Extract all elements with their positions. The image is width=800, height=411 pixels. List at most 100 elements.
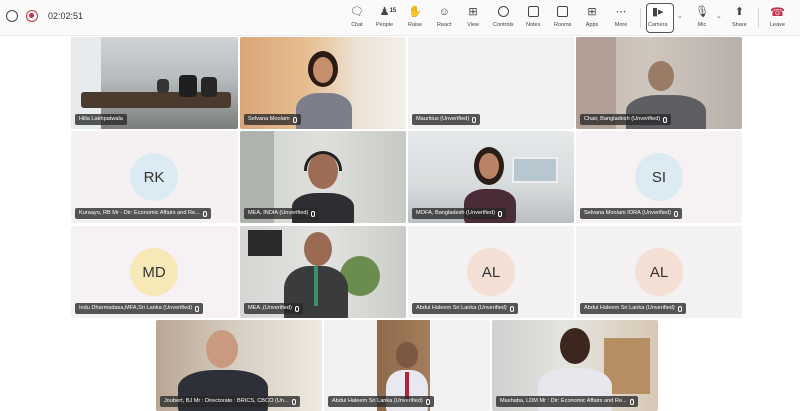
participant-face [560, 328, 590, 364]
participant-face [206, 330, 238, 368]
mic-label: Mic [697, 22, 707, 28]
microphone-icon [291, 398, 296, 405]
microphone-icon [674, 210, 679, 217]
rooms-icon [556, 5, 570, 19]
people-icon: ♟ 15 [379, 6, 397, 18]
camera-label: Camera [648, 22, 668, 28]
share-button[interactable]: ⬆ Share [732, 5, 747, 33]
raise-hand-button[interactable]: ✋ Raise [408, 5, 422, 33]
participant-tile[interactable]: Hilla Lakhpatwala [71, 37, 238, 129]
leave-button[interactable]: ☎ Leave [770, 5, 785, 33]
microphone-icon [509, 305, 514, 312]
meeting-timer: 02:02:51 [48, 11, 84, 21]
participant-name-tag: Selvana Moolam IORA (Unverified) [580, 208, 683, 219]
controls-label: Controls [493, 22, 514, 28]
hang-up-icon: ☎ [770, 5, 785, 19]
microphone-icon [629, 398, 634, 405]
toolbar-left: 02:02:51 [6, 10, 83, 22]
toolbar-divider [758, 8, 759, 28]
hand-icon: ✋ [408, 6, 422, 18]
microphone-icon [195, 305, 200, 312]
notes-label: Notes [526, 22, 541, 28]
participant-face [479, 153, 499, 179]
participant-avatar: MD [130, 248, 178, 296]
microphone-icon [202, 210, 207, 217]
camera-icon: ▮▸ [651, 6, 664, 18]
chair [201, 77, 217, 97]
microphone-icon [294, 305, 299, 312]
notes-button[interactable]: Notes [526, 5, 540, 33]
apps-button[interactable]: ⊞ Apps [585, 5, 599, 33]
participant-name-tag: Abdul Haleem Sri Lanka (Unverified) [412, 303, 518, 314]
microphone-icon [663, 116, 668, 123]
participant-tile[interactable]: AL Abdul Haleem Sri Lanka (Unverified) [576, 226, 742, 318]
view-label: View [467, 22, 479, 28]
participant-tile[interactable]: MOFA, Bangladesh (Unverified) [408, 131, 574, 223]
participant-tile[interactable]: Selvana Moolam [240, 37, 406, 129]
participant-name-tag: Chair, Bangladesh (Unverified) [580, 114, 672, 125]
rooms-label: Rooms [554, 22, 572, 28]
participant-tile[interactable]: Mashaba, LDM Mr : Dir: Economic Affairs … [492, 320, 658, 411]
people-button[interactable]: ♟ 15 People [376, 5, 397, 33]
participant-name-tag: Mauritius (Unverified) [412, 114, 481, 125]
participant-name-tag: Joubert, BJ Mr : Directorate : BRICS, CB… [160, 396, 300, 407]
microphone-icon [425, 398, 430, 405]
microphone-icon [677, 305, 682, 312]
participant-tile[interactable]: Abdul Haleem Sri Lanka (Unverified) [324, 320, 490, 411]
react-label: React [437, 22, 452, 28]
headset-icon [304, 151, 342, 171]
more-label: More [614, 22, 628, 28]
more-icon: ⋯ [615, 6, 627, 18]
participant-face [304, 232, 332, 266]
chat-icon: 🗨 [350, 6, 364, 18]
participant-name-tag: MEA, INDIA (Unverified) [244, 208, 320, 219]
participant-avatar: RK [130, 153, 178, 201]
more-button[interactable]: ⋯ More [614, 5, 628, 33]
participant-name-tag: Kuraayo, RB Mr - Dir: Economic Affairs a… [75, 208, 211, 219]
participant-name-tag: Mashaba, LDM Mr : Dir: Economic Affairs … [496, 396, 638, 407]
raise-label: Raise [408, 22, 423, 28]
background-tv [248, 230, 282, 256]
mic-options-chevron-icon[interactable]: ⌄ [716, 12, 722, 20]
participant-tile[interactable]: AL Abdul Haleem Sri Lanka (Unverified) [408, 226, 574, 318]
smiley-icon: ☺ [438, 6, 450, 18]
participant-name-tag: Hilla Lakhpatwala [75, 114, 127, 125]
chair [179, 75, 197, 97]
participant-face [313, 57, 333, 83]
participant-tile[interactable]: SI Selvana Moolam IORA (Unverified) [576, 131, 742, 223]
chair [157, 79, 169, 93]
chat-label: Chat [351, 22, 363, 28]
participant-tile[interactable]: MEA ,(Unverified) [240, 226, 406, 318]
people-label: People [376, 22, 394, 28]
microphone-icon: 🎙 [695, 6, 709, 18]
participant-body [296, 93, 352, 129]
mic-button[interactable]: 🎙 Mic [695, 5, 709, 33]
participant-name-tag: Indu Dharmadasa,MFA,Sri Lanka (Unverifie… [75, 303, 204, 314]
grid-view-icon: ⊞ [468, 6, 478, 18]
participant-tile[interactable]: Mauritius (Unverified) [408, 37, 574, 129]
participant-tile[interactable]: MD Indu Dharmadasa,MFA,Sri Lanka (Unveri… [71, 226, 238, 318]
participant-avatar: AL [635, 248, 683, 296]
participant-tile[interactable]: MEA, INDIA (Unverified) [240, 131, 406, 223]
participant-avatar: SI [635, 153, 683, 201]
notes-icon [526, 5, 540, 19]
participant-name-tag: MEA ,(Unverified) [244, 303, 303, 314]
shield-icon[interactable] [6, 10, 18, 22]
participant-tile[interactable]: RK Kuraayo, RB Mr - Dir: Economic Affair… [71, 131, 238, 223]
microphone-icon [497, 210, 502, 217]
react-button[interactable]: ☺ React [437, 5, 451, 33]
camera-button[interactable]: ▮▸ Camera [648, 5, 668, 33]
rooms-button[interactable]: Rooms [554, 5, 571, 33]
camera-options-chevron-icon[interactable]: ⌄ [677, 12, 683, 20]
participant-tile[interactable]: Joubert, BJ Mr : Directorate : BRICS, CB… [156, 320, 322, 411]
participant-name-tag: MOFA, Bangladesh (Unverified) [412, 208, 506, 219]
participant-tile[interactable]: Chair, Bangladesh (Unverified) [576, 37, 742, 129]
apps-label: Apps [585, 22, 599, 28]
participant-face [648, 61, 674, 91]
chat-button[interactable]: 🗨 Chat [350, 5, 364, 33]
participant-name-tag: Abdul Haleem Sri Lanka (Unverified) [580, 303, 686, 314]
controls-button[interactable]: Controls [493, 5, 513, 33]
meeting-window: 02:02:51 🗨 Chat ♟ 15 People ✋ Raise ☺ Rea… [0, 0, 800, 411]
toolbar-divider [640, 8, 641, 28]
view-button[interactable]: ⊞ View [466, 5, 480, 33]
